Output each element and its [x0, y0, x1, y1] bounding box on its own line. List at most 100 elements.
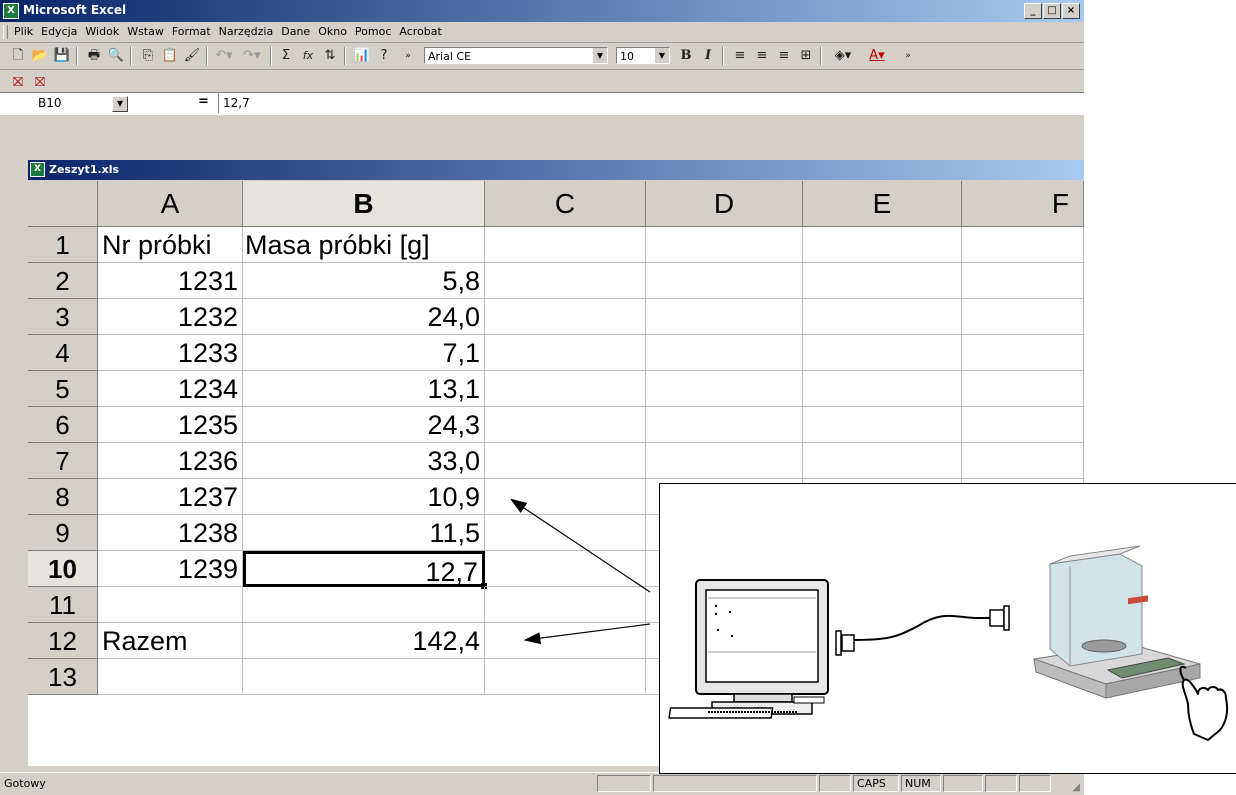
toolbar-overflow-icon[interactable]: » — [898, 46, 918, 66]
row-header-12[interactable]: 12 — [28, 623, 98, 659]
cell-f6[interactable] — [962, 407, 1084, 443]
cell-e1[interactable] — [803, 227, 962, 263]
cell-a5[interactable]: 1234 — [98, 371, 243, 407]
pdf-email-icon[interactable]: ⛝ — [30, 73, 50, 93]
cell-b10[interactable]: 12,7 — [243, 551, 485, 587]
column-header-d[interactable]: D — [646, 181, 803, 227]
cell-d6[interactable] — [646, 407, 803, 443]
menu-widok[interactable]: Widok — [81, 25, 123, 38]
align-right-icon[interactable]: ≡ — [774, 46, 794, 66]
maximize-button[interactable]: □ — [1043, 3, 1061, 19]
cell-a12[interactable]: Razem — [98, 623, 243, 659]
chevron-down-icon[interactable]: ▼ — [593, 48, 607, 63]
cell-b6[interactable]: 24,3 — [243, 407, 485, 443]
cell-b3[interactable]: 24,0 — [243, 299, 485, 335]
function-icon[interactable]: fx — [298, 46, 318, 66]
name-box[interactable]: B10 — [0, 93, 100, 113]
undo-icon[interactable]: ↶▾ — [214, 46, 234, 66]
cell-a4[interactable]: 1233 — [98, 335, 243, 371]
cell-a1[interactable]: Nr próbki — [98, 227, 243, 263]
paste-icon[interactable]: 📋 — [160, 46, 180, 66]
print-icon[interactable]: 🖶 — [84, 46, 104, 66]
row-header-9[interactable]: 9 — [28, 515, 98, 551]
row-header-4[interactable]: 4 — [28, 335, 98, 371]
print-preview-icon[interactable]: 🔍 — [106, 46, 126, 66]
row-header-5[interactable]: 5 — [28, 371, 98, 407]
menu-wstaw[interactable]: Wstaw — [123, 25, 168, 38]
cell-a8[interactable]: 1237 — [98, 479, 243, 515]
menu-dane[interactable]: Dane — [277, 25, 314, 38]
cell-f4[interactable] — [962, 335, 1084, 371]
format-painter-icon[interactable]: 🖌 — [182, 46, 202, 66]
cell-c13[interactable] — [485, 659, 646, 695]
cell-b9[interactable]: 11,5 — [243, 515, 485, 551]
row-header-11[interactable]: 11 — [28, 587, 98, 623]
cell-e3[interactable] — [803, 299, 962, 335]
cell-c5[interactable] — [485, 371, 646, 407]
cell-d1[interactable] — [646, 227, 803, 263]
cell-e6[interactable] — [803, 407, 962, 443]
cell-c9[interactable] — [485, 515, 646, 551]
cell-a3[interactable]: 1232 — [98, 299, 243, 335]
cell-f2[interactable] — [962, 263, 1084, 299]
cell-c10[interactable] — [485, 551, 646, 587]
menu-plik[interactable]: Plik — [10, 25, 37, 38]
toolbar-overflow-icon[interactable]: » — [398, 46, 418, 66]
menu-acrobat[interactable]: Acrobat — [395, 25, 445, 38]
row-header-13[interactable]: 13 — [28, 659, 98, 695]
cell-f7[interactable] — [962, 443, 1084, 479]
cell-f1[interactable] — [962, 227, 1084, 263]
close-button[interactable]: × — [1062, 3, 1080, 19]
cell-b8[interactable]: 10,9 — [243, 479, 485, 515]
cell-b12[interactable]: 142,4 — [243, 623, 485, 659]
merge-center-icon[interactable]: ⊞ — [796, 46, 816, 66]
menu-format[interactable]: Format — [168, 25, 215, 38]
new-icon[interactable]: 🗋 — [8, 46, 28, 66]
italic-button[interactable]: I — [698, 46, 718, 66]
workbook-icon[interactable]: X — [30, 162, 45, 177]
menu-grip[interactable] — [3, 25, 8, 39]
cell-b5[interactable]: 13,1 — [243, 371, 485, 407]
row-header-8[interactable]: 8 — [28, 479, 98, 515]
cell-e2[interactable] — [803, 263, 962, 299]
column-header-a[interactable]: A — [98, 181, 243, 227]
menu-edycja[interactable]: Edycja — [37, 25, 81, 38]
row-header-7[interactable]: 7 — [28, 443, 98, 479]
row-header-3[interactable]: 3 — [28, 299, 98, 335]
bold-button[interactable]: B — [676, 46, 696, 66]
menu-narzedzia[interactable]: Narzędzia — [215, 25, 278, 38]
font-color-icon[interactable]: A▾ — [862, 46, 892, 66]
column-header-b[interactable]: B — [243, 181, 485, 227]
cell-d2[interactable] — [646, 263, 803, 299]
row-header-2[interactable]: 2 — [28, 263, 98, 299]
row-header-1[interactable]: 1 — [28, 227, 98, 263]
align-left-icon[interactable]: ≡ — [730, 46, 750, 66]
cell-e7[interactable] — [803, 443, 962, 479]
copy-icon[interactable]: ⎘ — [138, 46, 158, 66]
cell-c12[interactable] — [485, 623, 646, 659]
menu-okno[interactable]: Okno — [314, 25, 351, 38]
cell-c3[interactable] — [485, 299, 646, 335]
chevron-down-icon[interactable]: ▼ — [655, 48, 669, 63]
cell-d7[interactable] — [646, 443, 803, 479]
cell-b4[interactable]: 7,1 — [243, 335, 485, 371]
cell-a11[interactable] — [98, 587, 243, 623]
sort-ascending-icon[interactable]: ⇅ — [320, 46, 340, 66]
cell-a6[interactable]: 1235 — [98, 407, 243, 443]
cell-b7[interactable]: 33,0 — [243, 443, 485, 479]
font-size-select[interactable]: 10 ▼ — [616, 47, 670, 64]
cell-a10[interactable]: 1239 — [98, 551, 243, 587]
open-icon[interactable]: 📂 — [30, 46, 50, 66]
cell-d5[interactable] — [646, 371, 803, 407]
menu-pomoc[interactable]: Pomoc — [351, 25, 395, 38]
cell-e4[interactable] — [803, 335, 962, 371]
font-name-select[interactable]: Arial CE ▼ — [424, 47, 608, 64]
cell-c8[interactable] — [485, 479, 646, 515]
cell-c7[interactable] — [485, 443, 646, 479]
cell-a7[interactable]: 1236 — [98, 443, 243, 479]
cell-c6[interactable] — [485, 407, 646, 443]
cell-c2[interactable] — [485, 263, 646, 299]
cell-b11[interactable] — [243, 587, 485, 623]
name-box-dropdown-icon[interactable]: ▼ — [112, 96, 128, 112]
cell-a9[interactable]: 1238 — [98, 515, 243, 551]
